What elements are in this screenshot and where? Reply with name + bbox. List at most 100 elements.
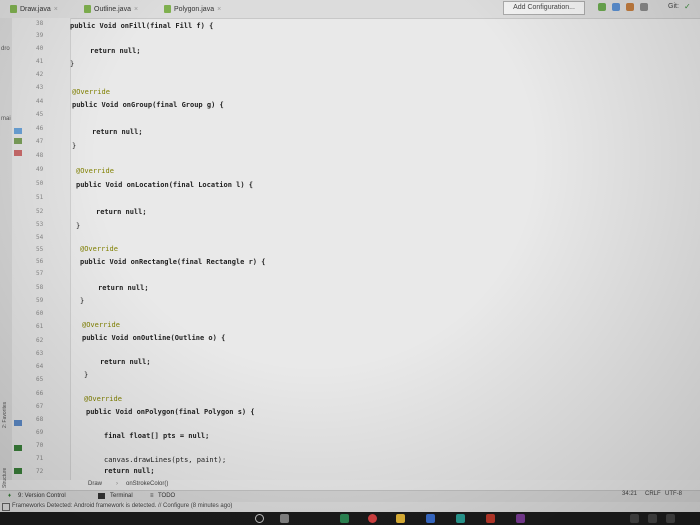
todo-tab[interactable]: TODO bbox=[158, 493, 175, 499]
line-number: 61 bbox=[36, 323, 44, 330]
line-number: 56 bbox=[36, 258, 44, 265]
tab-outline-java[interactable]: Outline.java × bbox=[80, 2, 142, 16]
code-override-annotation[interactable]: @Override bbox=[72, 88, 110, 96]
stop-icon[interactable] bbox=[640, 3, 648, 11]
file-explorer-taskbar-icon[interactable] bbox=[396, 514, 405, 523]
app-taskbar-icon[interactable] bbox=[486, 514, 495, 523]
app-taskbar-icon[interactable] bbox=[516, 514, 525, 523]
code-line-ongroup-signature[interactable]: public Void onGroup(final Group g) { bbox=[72, 101, 224, 109]
line-number: 71 bbox=[36, 455, 44, 462]
code-line-pts-declaration[interactable]: final float[] pts = null; bbox=[104, 432, 209, 440]
close-icon[interactable]: × bbox=[134, 6, 138, 13]
line-number: 67 bbox=[36, 403, 44, 410]
app-taskbar-icon[interactable] bbox=[456, 514, 465, 523]
tab-polygon-java[interactable]: Polygon.java × bbox=[160, 2, 225, 16]
caret-position[interactable]: 34:21 bbox=[622, 491, 637, 497]
code-override-annotation[interactable]: @Override bbox=[76, 167, 114, 175]
line-number: 70 bbox=[36, 442, 44, 449]
status-bar: Frameworks Detected: Android framework i… bbox=[0, 491, 700, 512]
module-icon[interactable] bbox=[14, 128, 22, 134]
tab-draw-java[interactable]: Draw.java × bbox=[6, 2, 62, 16]
structure-tool-label[interactable]: Structure bbox=[2, 468, 8, 488]
line-number: 65 bbox=[36, 376, 44, 383]
volume-icon[interactable] bbox=[666, 514, 675, 523]
code-line-return[interactable]: return null; bbox=[100, 358, 151, 366]
code-override-annotation[interactable]: @Override bbox=[84, 395, 122, 403]
line-number: 48 bbox=[36, 152, 44, 159]
java-file-icon bbox=[164, 5, 171, 13]
vcs-label[interactable]: Git: bbox=[668, 3, 679, 10]
editor-tab-bar: Draw.java × Outline.java × Polygon.java … bbox=[0, 0, 700, 19]
breadcrumb-class[interactable]: Draw bbox=[88, 481, 102, 487]
project-tree-fragment-2: mai bbox=[1, 116, 11, 122]
line-number: 64 bbox=[36, 363, 44, 370]
line-number: 57 bbox=[36, 270, 44, 277]
line-number: 52 bbox=[36, 208, 44, 215]
line-number: 68 bbox=[36, 416, 44, 423]
code-line-onfill-signature[interactable]: public Void onFill(final Fill f) { bbox=[70, 22, 213, 30]
line-number: 69 bbox=[36, 429, 44, 436]
code-line-onpolygon-signature[interactable]: public Void onPolygon(final Polygon s) { bbox=[86, 408, 255, 416]
package-icon[interactable] bbox=[14, 138, 22, 144]
code-closing-brace[interactable]: } bbox=[72, 142, 76, 150]
line-number: 54 bbox=[36, 234, 44, 241]
line-number: 66 bbox=[36, 390, 44, 397]
code-line-return[interactable]: return null; bbox=[96, 208, 147, 216]
error-icon bbox=[14, 150, 22, 156]
network-icon[interactable] bbox=[648, 514, 657, 523]
close-icon[interactable]: × bbox=[54, 6, 58, 13]
line-number: 59 bbox=[36, 297, 44, 304]
code-closing-brace[interactable]: } bbox=[76, 222, 80, 230]
breadcrumb-method[interactable]: onStrokeColor() bbox=[126, 481, 168, 487]
line-number: 45 bbox=[36, 111, 44, 118]
code-line-return[interactable]: return null; bbox=[90, 47, 141, 55]
system-tray-icon[interactable] bbox=[630, 514, 639, 523]
code-override-annotation[interactable]: @Override bbox=[82, 321, 120, 329]
code-line-onoutline-signature[interactable]: public Void onOutline(Outline o) { bbox=[82, 334, 225, 342]
android-studio-taskbar-icon[interactable] bbox=[340, 514, 349, 523]
status-message[interactable]: Frameworks Detected: Android framework i… bbox=[12, 503, 232, 509]
check-icon[interactable]: ✓ bbox=[684, 2, 691, 11]
code-override-annotation[interactable]: @Override bbox=[80, 245, 118, 253]
file-encoding[interactable]: UTF-8 bbox=[665, 491, 682, 497]
breadcrumb: Draw › onStrokeColor() bbox=[70, 480, 700, 490]
left-tool-rail: 2: Favorites Structure bbox=[0, 18, 12, 488]
star-icon[interactable] bbox=[14, 420, 22, 426]
layout-toggle-icon[interactable] bbox=[2, 503, 10, 511]
line-number: 40 bbox=[36, 45, 44, 52]
code-line-return[interactable]: return null; bbox=[104, 467, 155, 475]
todo-list-icon: ≡ bbox=[150, 493, 154, 499]
profile-icon[interactable] bbox=[626, 3, 634, 11]
version-control-tab[interactable]: 9: Version Control bbox=[18, 493, 66, 499]
code-line-return[interactable]: return null; bbox=[98, 284, 149, 292]
line-number: 62 bbox=[36, 337, 44, 344]
line-number: 42 bbox=[36, 71, 44, 78]
code-line-drawlines-call[interactable]: canvas.drawLines(pts, paint); bbox=[104, 456, 226, 464]
debug-icon[interactable] bbox=[612, 3, 620, 11]
structure-icon[interactable] bbox=[14, 445, 22, 451]
build-variants-icon[interactable] bbox=[14, 468, 22, 474]
line-number: 49 bbox=[36, 166, 44, 173]
task-view-icon[interactable] bbox=[280, 514, 289, 523]
line-separator[interactable]: CRLF bbox=[645, 491, 661, 497]
code-line-return[interactable]: return null; bbox=[92, 128, 143, 136]
word-taskbar-icon[interactable] bbox=[426, 514, 435, 523]
chrome-taskbar-icon[interactable] bbox=[368, 514, 377, 523]
code-closing-brace[interactable]: } bbox=[84, 371, 88, 379]
terminal-tab[interactable]: Terminal bbox=[110, 493, 133, 499]
close-icon[interactable]: × bbox=[217, 6, 221, 13]
code-closing-brace[interactable]: } bbox=[70, 60, 74, 68]
favorites-tool-label[interactable]: 2: Favorites bbox=[2, 402, 8, 428]
search-icon[interactable] bbox=[255, 514, 264, 523]
line-number: 39 bbox=[36, 32, 44, 39]
run-configuration-dropdown[interactable]: Add Configuration... bbox=[503, 1, 585, 15]
code-line-onlocation-signature[interactable]: public Void onLocation(final Location l)… bbox=[76, 181, 253, 189]
code-line-onrectangle-signature[interactable]: public Void onRectangle(final Rectangle … bbox=[80, 258, 265, 266]
code-closing-brace[interactable]: } bbox=[80, 297, 84, 305]
line-number: 41 bbox=[36, 58, 44, 65]
run-icon[interactable] bbox=[598, 3, 606, 11]
line-number: 46 bbox=[36, 125, 44, 132]
terminal-icon bbox=[98, 493, 105, 499]
os-taskbar bbox=[0, 512, 700, 525]
java-file-icon bbox=[84, 5, 91, 13]
